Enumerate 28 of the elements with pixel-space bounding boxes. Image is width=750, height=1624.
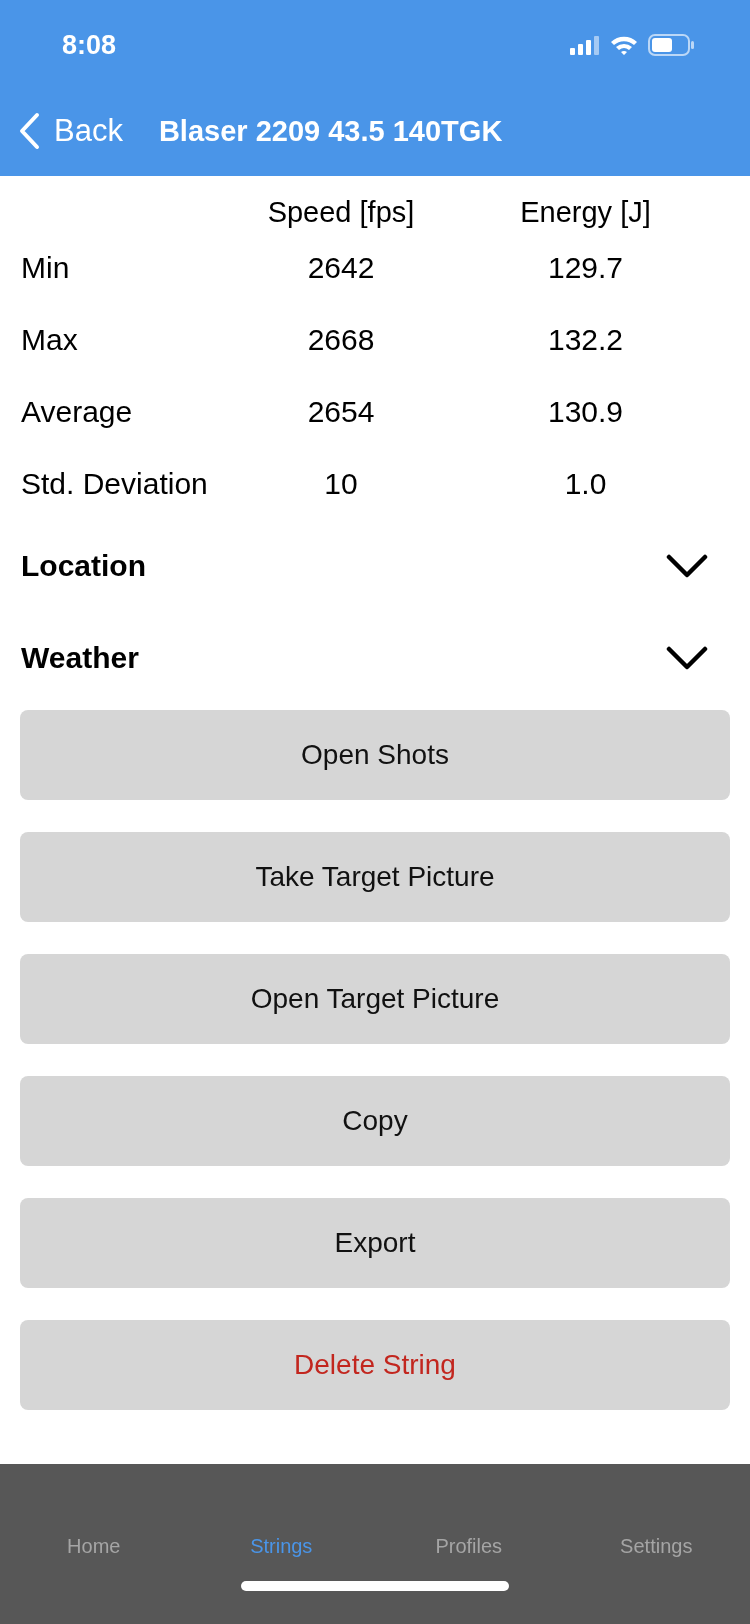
- table-cell-text: 2654: [306, 394, 376, 430]
- table-cell-text: 2642: [306, 250, 376, 286]
- action-button[interactable]: Open Target Picture: [20, 954, 730, 1044]
- battery-icon: [648, 34, 694, 56]
- row-label: Std. Deviation: [21, 466, 209, 502]
- table-cell-text: 1.0: [563, 466, 608, 502]
- chevron-left-icon: [18, 112, 40, 150]
- section-header[interactable]: Weather: [0, 612, 750, 704]
- page-title: Blaser 2209 43.5 140TGK: [158, 114, 503, 148]
- column-header: Energy [J]: [519, 194, 652, 230]
- action-button[interactable]: Take Target Picture: [20, 832, 730, 922]
- wifi-icon: [610, 34, 638, 56]
- section-header[interactable]: Location: [0, 520, 750, 612]
- action-button[interactable]: Export: [20, 1198, 730, 1288]
- action-button[interactable]: Delete String: [20, 1320, 730, 1410]
- status-time: 8:08: [62, 29, 117, 61]
- action-button[interactable]: Copy: [20, 1076, 730, 1166]
- table-cell-text: 129.7: [546, 250, 625, 286]
- table-cell-text: 2668: [306, 322, 376, 358]
- signal-icon: [570, 35, 600, 55]
- row-label: Max: [21, 322, 79, 358]
- table-cell-text: 132.2: [546, 322, 625, 358]
- table-cell-text: 10: [323, 466, 359, 502]
- row-label: Average: [21, 394, 134, 430]
- column-header: Speed [fps]: [266, 194, 416, 230]
- row-label: Min: [21, 250, 71, 286]
- table-cell-text: 130.9: [546, 394, 625, 430]
- action-button[interactable]: Open Shots: [20, 710, 730, 800]
